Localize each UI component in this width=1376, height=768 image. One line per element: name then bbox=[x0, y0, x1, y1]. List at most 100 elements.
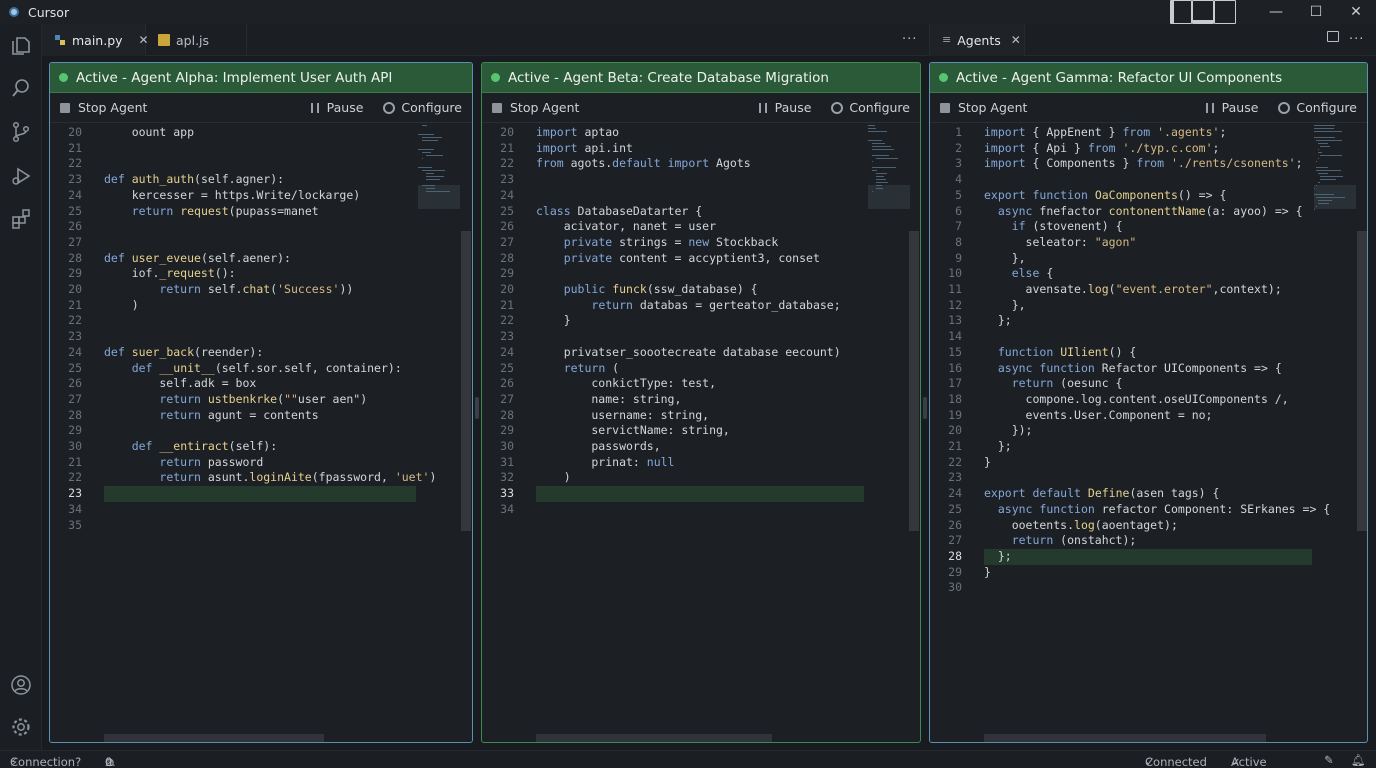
code-line[interactable]: 23 bbox=[930, 470, 1290, 486]
close-icon[interactable]: ✕ bbox=[1011, 33, 1021, 47]
account-icon[interactable] bbox=[8, 672, 34, 698]
code-line[interactable]: 29 bbox=[50, 423, 410, 439]
horizontal-scrollbar[interactable] bbox=[984, 734, 1266, 742]
code-line[interactable]: 35 bbox=[50, 518, 410, 534]
code-line[interactable]: 19 events.User.Component = no; bbox=[930, 408, 1290, 424]
configure-button[interactable]: Configure bbox=[849, 100, 910, 115]
panel-resize-handle[interactable] bbox=[475, 397, 479, 419]
panel-resize-handle[interactable] bbox=[923, 397, 927, 419]
minimap[interactable] bbox=[418, 125, 460, 209]
close-window-button[interactable]: ✕ bbox=[1336, 0, 1376, 24]
code-line[interactable]: 34 bbox=[50, 502, 410, 518]
code-line[interactable]: 25 class DatabaseDatarter { bbox=[482, 204, 842, 220]
pause-button[interactable]: Pause bbox=[775, 100, 812, 115]
stop-agent-button[interactable]: Stop Agent bbox=[940, 100, 1027, 115]
code-line[interactable]: 23 bbox=[50, 329, 410, 345]
code-line[interactable]: 24 export default Define(asen tags) { bbox=[930, 486, 1290, 502]
code-line[interactable]: 21 import api.int bbox=[482, 141, 842, 157]
code-line[interactable]: 3 import { Components } from './rents/cso… bbox=[930, 156, 1302, 172]
code-line[interactable]: 17 return (oesunc { bbox=[930, 376, 1290, 392]
code-line[interactable]: 21 return password bbox=[50, 455, 410, 471]
code-line[interactable]: 14 bbox=[930, 329, 1290, 345]
vertical-scrollbar[interactable] bbox=[461, 231, 471, 531]
code-line[interactable]: 23 def auth_auth(self.agner): bbox=[50, 172, 410, 188]
code-line[interactable]: 31 prinat: null bbox=[482, 455, 842, 471]
code-line[interactable]: 27 return (onstahct); bbox=[930, 533, 1290, 549]
toggle-sidebar-icon[interactable] bbox=[1170, 0, 1192, 24]
code-line[interactable]: 2 import { Api } from './typ.c.com'; bbox=[930, 141, 1290, 157]
configure-button[interactable]: Configure bbox=[401, 100, 462, 115]
customize-layout-icon[interactable] bbox=[1214, 0, 1236, 24]
settings-gear-icon[interactable] bbox=[8, 714, 34, 740]
extensions-icon[interactable] bbox=[8, 206, 34, 232]
code-line[interactable]: 30 bbox=[930, 580, 1290, 596]
vertical-scrollbar[interactable] bbox=[909, 231, 919, 531]
maximize-button[interactable]: ☐ bbox=[1296, 0, 1336, 24]
code-line[interactable]: 28 def user_eveue(self.aener): bbox=[50, 251, 410, 267]
code-line[interactable]: 22} bbox=[930, 455, 1290, 471]
code-line[interactable]: 20 import aptao bbox=[482, 125, 842, 141]
tab-agents[interactable]: ≡ Agents ✕ bbox=[929, 24, 1025, 56]
stop-agent-button[interactable]: Stop Agent bbox=[60, 100, 147, 115]
code-line[interactable]: 28 return agunt = contents bbox=[50, 408, 410, 424]
minimap[interactable] bbox=[868, 125, 910, 209]
explorer-icon[interactable] bbox=[8, 33, 34, 59]
code-line[interactable]: 22 bbox=[50, 156, 410, 172]
code-line[interactable]: 9 }, bbox=[930, 251, 1290, 267]
code-line[interactable]: 29 iof._request(): bbox=[50, 266, 410, 282]
code-line[interactable]: 8 seleator: "agon" bbox=[930, 235, 1290, 251]
run-debug-icon[interactable] bbox=[8, 163, 34, 189]
code-line[interactable]: 22 return asunt.loginAite(fpassword, 'ue… bbox=[50, 470, 436, 486]
more-actions-icon[interactable]: ··· bbox=[1349, 32, 1364, 47]
horizontal-scrollbar[interactable] bbox=[536, 734, 772, 742]
code-line[interactable]: 26 acivator, nanet = user bbox=[482, 219, 842, 235]
code-line[interactable]: 21 }; bbox=[930, 439, 1290, 455]
code-line[interactable]: 18 compone.log.content.oseUIComponents /… bbox=[930, 392, 1290, 408]
code-line[interactable]: 27 name: string, bbox=[482, 392, 842, 408]
code-line[interactable]: 28 username: string, bbox=[482, 408, 842, 424]
code-line[interactable]: 27 return ustbenkrke(""user aen") bbox=[50, 392, 410, 408]
code-line[interactable]: 22 bbox=[50, 313, 410, 329]
code-line[interactable]: 25 return request(pupass=manet bbox=[50, 204, 410, 220]
search-icon[interactable] bbox=[8, 75, 34, 101]
code-line[interactable]: 21 bbox=[50, 141, 410, 157]
code-line[interactable]: 26 self.adk = box bbox=[50, 376, 410, 392]
code-line[interactable]: 21 ) bbox=[50, 298, 410, 314]
code-line[interactable]: 29 bbox=[482, 266, 842, 282]
code-line[interactable]: 29 servictName: string, bbox=[482, 423, 842, 439]
code-line[interactable]: 29} bbox=[930, 565, 1290, 581]
pause-button[interactable]: Pause bbox=[327, 100, 364, 115]
code-line[interactable]: 12 }, bbox=[930, 298, 1290, 314]
code-line[interactable]: 22 } bbox=[482, 313, 842, 329]
configure-button[interactable]: Configure bbox=[1296, 100, 1357, 115]
vertical-scrollbar[interactable] bbox=[1357, 231, 1367, 531]
code-line[interactable]: 30 passwords, bbox=[482, 439, 842, 455]
minimap[interactable] bbox=[1314, 125, 1356, 210]
code-line[interactable]: 22 from agots.default import Agots bbox=[482, 156, 842, 172]
code-line[interactable]: 25 async function refactor Component: SE… bbox=[930, 502, 1330, 518]
tab-api-js[interactable]: apl.js bbox=[146, 24, 247, 56]
code-line[interactable]: 33 bbox=[482, 486, 842, 502]
horizontal-scrollbar[interactable] bbox=[104, 734, 324, 742]
minimap-viewport[interactable] bbox=[418, 185, 460, 209]
code-line[interactable]: 6 async fnefactor contonenttName(a: ayoo… bbox=[930, 204, 1302, 220]
code-line[interactable]: 20 }); bbox=[930, 423, 1290, 439]
code-line[interactable]: 4 bbox=[930, 172, 1290, 188]
feedback-icon[interactable]: ✎ bbox=[1324, 753, 1334, 767]
code-line[interactable]: 32 ) bbox=[482, 470, 842, 486]
code-line[interactable]: 16 async function Refactor UIComponents … bbox=[930, 361, 1290, 377]
toggle-panel-icon[interactable] bbox=[1192, 0, 1214, 24]
code-line[interactable]: 25 return ( bbox=[482, 361, 842, 377]
split-editor-icon[interactable] bbox=[1327, 31, 1339, 46]
code-line[interactable]: 20 public funck(ssw_database) { bbox=[482, 282, 842, 298]
code-line[interactable]: 26 bbox=[50, 219, 410, 235]
code-line[interactable]: 26 conkictType: test, bbox=[482, 376, 842, 392]
code-line[interactable]: 27 bbox=[50, 235, 410, 251]
minimap-viewport[interactable] bbox=[868, 185, 910, 209]
code-line[interactable]: 24 bbox=[482, 188, 842, 204]
source-control-icon[interactable] bbox=[8, 119, 34, 145]
code-line[interactable]: 5 export function OaComponents() => { bbox=[930, 188, 1290, 204]
code-line[interactable]: 28 }; bbox=[930, 549, 1290, 565]
code-line[interactable]: 23 bbox=[482, 329, 842, 345]
notifications-bell-icon[interactable]: 🔔︎ bbox=[1351, 753, 1366, 767]
